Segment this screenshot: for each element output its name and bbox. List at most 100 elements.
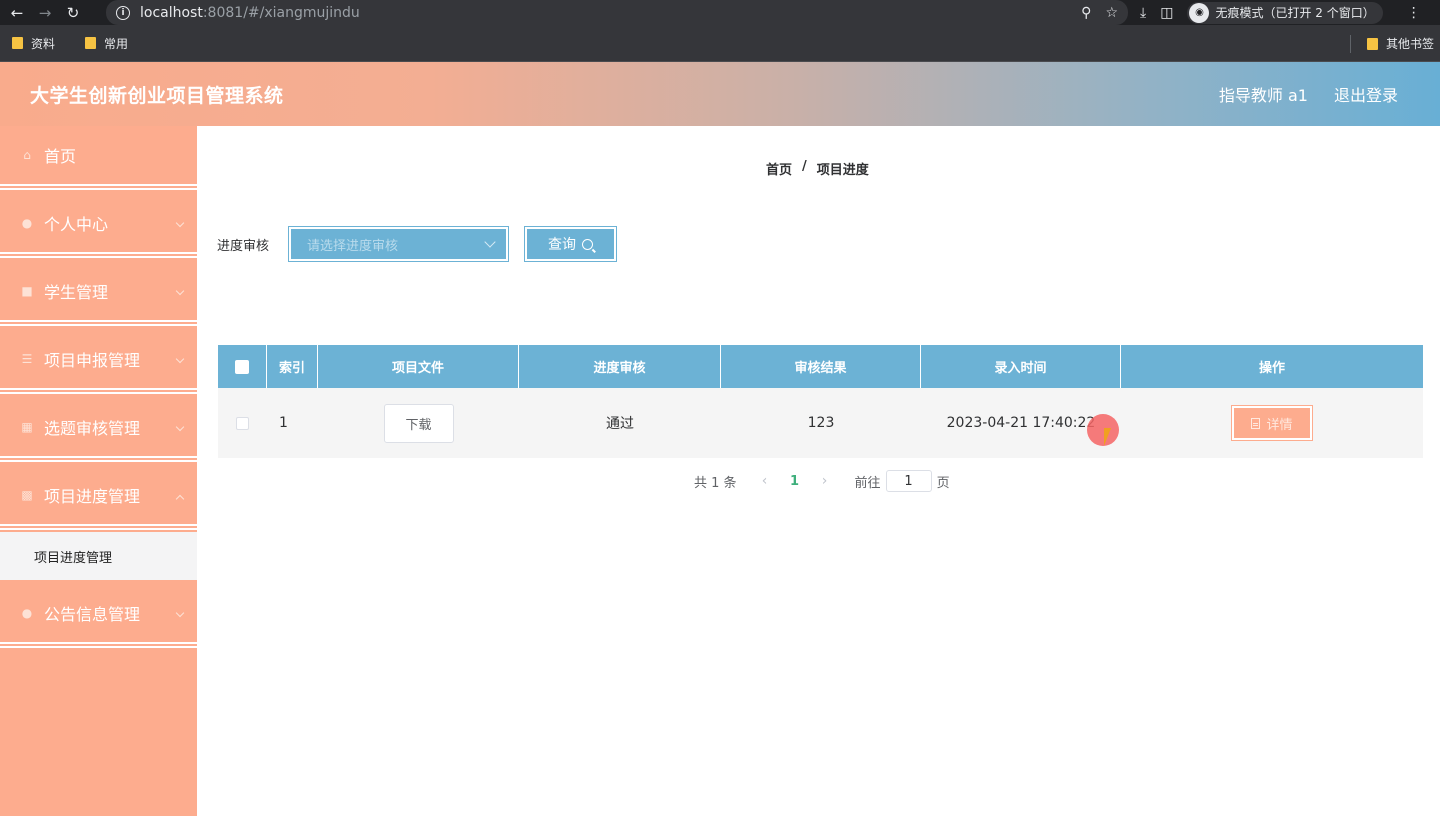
filter-label: 进度审核 bbox=[217, 239, 270, 254]
cell-review: 通过 bbox=[606, 416, 634, 432]
table-row: 1 下载 通过 123 2023-04-21 17:40:22 详情 bbox=[218, 388, 1423, 458]
chevron-down-icon bbox=[175, 354, 185, 364]
column-header-review: 进度审核 bbox=[519, 345, 721, 388]
sidebar-item-label: 学生管理 bbox=[44, 283, 109, 302]
bookmark-label: 常用 bbox=[104, 36, 129, 51]
bookmark-folder-changyong[interactable]: 常用 bbox=[85, 35, 128, 52]
cell-index: 1 bbox=[279, 415, 288, 431]
app-title: 大学生创新创业项目管理系统 bbox=[30, 84, 284, 107]
current-user: 指导教师 a1 bbox=[1218, 86, 1308, 105]
search-icon bbox=[582, 238, 593, 250]
bookmark-label: 资料 bbox=[31, 36, 56, 51]
cell-actions: 详情 bbox=[1121, 388, 1423, 458]
submenu-item-project-progress[interactable]: 项目进度管理 bbox=[0, 532, 197, 580]
folder-icon bbox=[1366, 37, 1378, 50]
download-icon[interactable]: ⤓ bbox=[1140, 5, 1146, 21]
reload-icon[interactable]: ↻ bbox=[62, 2, 84, 24]
pagination: 共 1 条 ‹ 1 › 前往 1 页 bbox=[694, 470, 950, 492]
incognito-badge[interactable]: ◉ 无痕模式（已打开 2 个窗口） bbox=[1187, 1, 1383, 24]
bookmark-divider bbox=[1350, 35, 1351, 53]
bookmarks-bar: 资料 常用 其他书签 bbox=[0, 25, 1440, 62]
bookmark-folder-ziliao[interactable]: 资料 bbox=[12, 35, 55, 52]
next-page-icon[interactable]: › bbox=[815, 473, 835, 489]
chevron-down-icon bbox=[175, 608, 185, 618]
sidebar-item-label: 选题审核管理 bbox=[44, 419, 141, 438]
sidebar-item-label: 公告信息管理 bbox=[44, 605, 141, 624]
column-header-file: 项目文件 bbox=[318, 345, 519, 388]
logout-link[interactable]: 退出登录 bbox=[1334, 82, 1398, 106]
pagination-total: 共 1 条 bbox=[694, 475, 737, 491]
detail-button[interactable]: 详情 bbox=[1231, 405, 1313, 441]
browser-toolbar: ← → ↻ i localhost:8081/#/xiangmujindu ⚲ … bbox=[0, 0, 1440, 25]
download-button[interactable]: 下载 bbox=[383, 403, 454, 443]
user-icon: ● bbox=[21, 606, 33, 620]
sidebar-item-topic-review[interactable]: ▦ 选题审核管理 bbox=[0, 398, 197, 462]
other-bookmarks[interactable]: 其他书签 bbox=[1366, 25, 1434, 62]
click-highlight bbox=[1087, 414, 1119, 446]
list-icon: ☰ bbox=[21, 352, 33, 366]
cell-result: 123 bbox=[807, 415, 835, 431]
goto-prefix: 前往 bbox=[854, 475, 881, 491]
mouse-cursor-icon bbox=[1104, 428, 1111, 446]
column-header-time: 录入时间 bbox=[921, 345, 1121, 388]
user-icon: ● bbox=[21, 216, 33, 230]
sidepanel-icon[interactable]: ◫ bbox=[1160, 5, 1173, 21]
cell-file: 下载 bbox=[318, 388, 519, 458]
sidebar-item-project-application[interactable]: ☰ 项目申报管理 bbox=[0, 330, 197, 394]
other-bookmarks-label: 其他书签 bbox=[1385, 37, 1434, 51]
back-icon[interactable]: ← bbox=[6, 2, 28, 24]
goto-page-input[interactable]: 1 bbox=[885, 470, 932, 492]
folder-icon bbox=[85, 37, 97, 49]
query-button-label: 查询 bbox=[548, 237, 576, 253]
row-checkbox[interactable] bbox=[236, 416, 249, 430]
sidebar-item-label: 个人中心 bbox=[44, 215, 109, 234]
url-host: localhost bbox=[140, 4, 203, 21]
forward-icon[interactable]: → bbox=[34, 2, 56, 24]
row-select-cell bbox=[218, 388, 267, 458]
prev-page-icon[interactable]: ‹ bbox=[755, 473, 775, 489]
chevron-down-icon bbox=[175, 422, 185, 432]
review-status-select[interactable]: 请选择进度审核 bbox=[288, 226, 509, 262]
url-path: :8081/#/xiangmujindu bbox=[202, 4, 360, 21]
sidebar: ⌂ 首页 ● 个人中心 ■ 学生管理 ☰ 项目申报管理 ▦ 选题审核管理 ▩ 项… bbox=[0, 126, 197, 816]
sidebar-item-student-management[interactable]: ■ 学生管理 bbox=[0, 262, 197, 326]
column-header-result: 审核结果 bbox=[721, 345, 921, 388]
progress-table: 索引 项目文件 进度审核 审核结果 录入时间 操作 1 下载 通过 123 20… bbox=[218, 345, 1423, 458]
breadcrumb-home[interactable]: 首页 bbox=[766, 159, 792, 178]
goto-suffix: 页 bbox=[936, 475, 950, 491]
sidebar-item-label: 项目进度管理 bbox=[44, 487, 141, 506]
detail-button-label: 详情 bbox=[1266, 417, 1293, 433]
sidebar-item-personal-center[interactable]: ● 个人中心 bbox=[0, 194, 197, 258]
chevron-down-icon bbox=[484, 236, 496, 248]
select-all-checkbox[interactable] bbox=[235, 359, 249, 374]
chevron-down-icon bbox=[175, 286, 185, 296]
breadcrumb-separator: / bbox=[802, 159, 807, 174]
sidebar-item-label: 首页 bbox=[44, 147, 77, 166]
query-button[interactable]: 查询 bbox=[524, 226, 617, 262]
sidebar-item-announcements[interactable]: ● 公告信息管理 bbox=[0, 584, 197, 648]
incognito-icon: ◉ bbox=[1189, 2, 1210, 23]
app-header: 大学生创新创业项目管理系统 指导教师 a1 退出登录 bbox=[0, 62, 1440, 126]
select-all-cell bbox=[218, 345, 267, 388]
url-text: localhost:8081/#/xiangmujindu bbox=[140, 5, 360, 21]
document-icon bbox=[1251, 417, 1261, 429]
address-bar[interactable]: i localhost:8081/#/xiangmujindu ⚲ ☆ bbox=[106, 0, 1128, 25]
incognito-label: 无痕模式（已打开 2 个窗口） bbox=[1215, 6, 1375, 20]
more-icon[interactable]: ⋮ bbox=[1407, 5, 1421, 21]
site-info-icon[interactable]: i bbox=[116, 5, 130, 20]
table-header: 索引 项目文件 进度审核 审核结果 录入时间 操作 bbox=[218, 345, 1423, 388]
select-placeholder: 请选择进度审核 bbox=[307, 238, 399, 254]
students-icon: ■ bbox=[21, 284, 33, 298]
folder-icon bbox=[12, 37, 23, 49]
sidebar-item-project-progress[interactable]: ▩ 项目进度管理 bbox=[0, 466, 197, 530]
page-number-current[interactable]: 1 bbox=[775, 474, 815, 489]
star-icon[interactable]: ☆ bbox=[1105, 5, 1118, 21]
grid-icon: ▦ bbox=[21, 420, 33, 434]
breadcrumb: 首页 / 项目进度 bbox=[766, 159, 869, 178]
breadcrumb-current: 项目进度 bbox=[816, 163, 869, 178]
sidebar-item-home[interactable]: ⌂ 首页 bbox=[0, 126, 197, 190]
sidebar-item-label: 项目申报管理 bbox=[44, 351, 141, 370]
chart-icon: ▩ bbox=[21, 488, 33, 502]
key-icon[interactable]: ⚲ bbox=[1081, 5, 1091, 21]
home-icon: ⌂ bbox=[23, 148, 31, 162]
